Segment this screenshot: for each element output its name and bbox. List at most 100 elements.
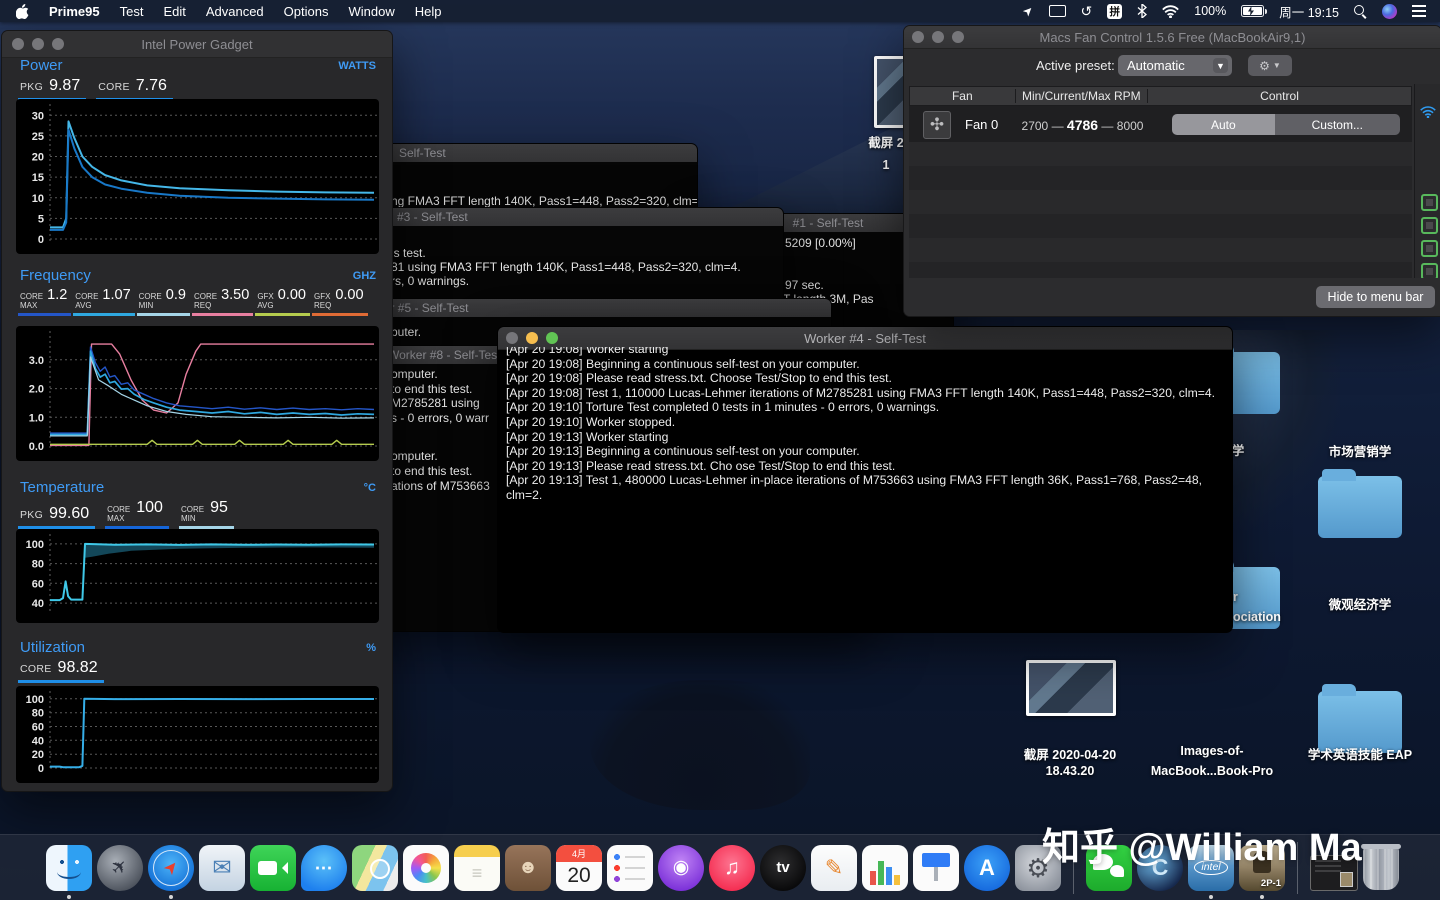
hide-to-menu-bar-button[interactable]: Hide to menu bar — [1316, 286, 1435, 308]
desktop-icon-screenshot-2020[interactable] — [1026, 660, 1116, 716]
desktop-folder-label[interactable]: 微观经济学 — [1290, 594, 1430, 613]
desktop-folder-label[interactable]: MacBook...Book-Pro — [1122, 764, 1302, 778]
window-intel-power-gadget[interactable]: Intel Power Gadget PowerWATTSPKG9.87CORE… — [1, 30, 393, 792]
custom-button[interactable]: Custom... — [1275, 114, 1400, 135]
dock-contacts-icon[interactable]: ☻ — [505, 845, 551, 891]
bluetooth-icon[interactable] — [1137, 4, 1147, 18]
log-fragment: to end this test. — [391, 382, 472, 396]
desktop-icon-label[interactable]: 截屏 2020-04-20 — [1000, 744, 1140, 763]
desktop-folder-marketing[interactable] — [1318, 476, 1402, 538]
auto-button[interactable]: Auto — [1172, 114, 1275, 135]
dock-appletv-icon[interactable]: tv — [760, 845, 806, 891]
close-button[interactable] — [12, 38, 24, 50]
minimize-button[interactable] — [932, 31, 944, 43]
preset-dropdown[interactable]: Automatic ▼ — [1118, 55, 1232, 76]
dock-keynote-icon[interactable] — [913, 845, 959, 891]
menu-prime95[interactable]: Prime95 — [39, 4, 110, 19]
desktop-folder-label[interactable]: ociation — [1233, 610, 1281, 624]
dock-launchpad-icon[interactable]: ✈ — [97, 845, 143, 891]
menu-help[interactable]: Help — [405, 4, 452, 19]
display-icon[interactable] — [1049, 5, 1066, 17]
location-icon[interactable]: ➤ — [1020, 2, 1037, 19]
apple-menu[interactable] — [0, 4, 39, 19]
desktop-folder-label[interactable]: 学术英语技能 EAP — [1280, 744, 1440, 763]
search-icon[interactable] — [1354, 5, 1367, 18]
log-line: [Apr 20 19:13] Beginning a continuous se… — [506, 444, 1226, 459]
column-rpm[interactable]: Min/Current/Max RPM — [1016, 89, 1148, 103]
close-button[interactable] — [912, 31, 924, 43]
zoom-button[interactable] — [546, 332, 558, 344]
gear-button[interactable]: ⚙▼ — [1248, 55, 1292, 76]
dock-calendar-icon[interactable]: 4月20 — [556, 845, 602, 891]
close-button[interactable] — [506, 332, 518, 344]
dock-pages-icon[interactable]: ✎ — [811, 845, 857, 891]
input-source-icon[interactable]: 拼 — [1107, 4, 1122, 19]
dock-appstore-icon[interactable]: A — [964, 845, 1010, 891]
time-machine-icon[interactable]: ↺ — [1081, 3, 1093, 20]
desktop-folder-label[interactable]: 市场营销学 — [1290, 441, 1430, 460]
apple-icon — [16, 4, 29, 19]
mfc-titlebar[interactable]: Macs Fan Control 1.5.6 Free (MacBookAir9… — [904, 26, 1440, 49]
desktop-icon-label[interactable]: 18.43.20 — [1000, 764, 1140, 778]
svg-text:100: 100 — [26, 694, 44, 706]
dock-finder-icon[interactable] — [46, 845, 92, 891]
gadget-titlebar[interactable]: Intel Power Gadget — [2, 31, 392, 58]
minimize-button[interactable] — [526, 332, 538, 344]
zoom-button[interactable] — [952, 31, 964, 43]
zoom-button[interactable] — [52, 38, 64, 50]
menu-options[interactable]: Options — [274, 4, 339, 19]
log-fragment: rs, 0 warnings. — [391, 274, 469, 288]
window-macs-fan-control[interactable]: Macs Fan Control 1.5.6 Free (MacBookAir9… — [903, 25, 1440, 317]
notification-center-icon[interactable] — [1412, 5, 1426, 7]
battery-icon[interactable] — [1241, 5, 1264, 17]
menu-advanced[interactable]: Advanced — [196, 4, 274, 19]
desktop-folder-label[interactable]: Images-of- — [1142, 744, 1282, 758]
music-glyph: ♫ — [724, 857, 740, 878]
log-line: [Apr 20 19:08] Test 1, 110000 Lucas-Lehm… — [506, 386, 1226, 401]
fan-row[interactable]: ✣ Fan 0 2700 — 4786 — 8000 Auto Custom..… — [909, 106, 1412, 143]
dock-podcasts-icon[interactable]: ◉ — [658, 845, 704, 891]
dock-messages-icon[interactable]: ⋯ — [301, 845, 347, 891]
column-control[interactable]: Control — [1148, 89, 1411, 103]
appstore-glyph: A — [979, 857, 995, 879]
svg-text:80: 80 — [32, 559, 44, 571]
clock[interactable]: 周一 19:15 — [1279, 2, 1339, 21]
dock-notes-icon[interactable]: ≡ — [454, 845, 500, 891]
column-fan[interactable]: Fan — [910, 89, 1016, 103]
log-fragment: omputer. — [391, 449, 438, 463]
minimize-button[interactable] — [32, 38, 44, 50]
log-fragment: 97 sec. — [785, 278, 824, 292]
dock-maps-icon[interactable] — [352, 845, 398, 891]
window-worker4-self-test[interactable]: Worker #4 - Self-Test [Apr 20 19:08] Wor… — [497, 326, 1233, 633]
dock-numbers-icon[interactable] — [862, 845, 908, 891]
svg-text:100: 100 — [26, 539, 44, 551]
log-line: [Apr 20 19:13] Please read stress.txt. C… — [506, 459, 1226, 474]
wifi-icon[interactable] — [1162, 5, 1179, 18]
fan-icon: ✣ — [923, 111, 951, 139]
messages-glyph: ⋯ — [315, 859, 334, 877]
menu-edit[interactable]: Edit — [153, 4, 195, 19]
log-fragment: ations of M753663 — [391, 479, 490, 493]
dock-trash-icon[interactable] — [1363, 846, 1399, 890]
battery-percent[interactable]: 100% — [1194, 4, 1226, 18]
window-title: Macs Fan Control 1.5.6 Free (MacBookAir9… — [1040, 30, 1306, 45]
dock-mail-icon[interactable]: ✉ — [199, 845, 245, 891]
cpu-sensor-icon — [1421, 240, 1438, 257]
siri-icon[interactable] — [1382, 4, 1397, 19]
contacts-glyph: ☻ — [518, 858, 538, 877]
desktop-folder-label[interactable]: r — [1233, 590, 1238, 604]
menu-window[interactable]: Window — [338, 4, 404, 19]
dock-reminders-icon[interactable] — [607, 845, 653, 891]
dock-music-icon[interactable]: ♫ — [709, 845, 755, 891]
log-line: [Apr 20 19:13] Worker starting — [506, 430, 1226, 445]
log-fragment: 81 using FMA3 FFT length 140K, Pass1=448… — [391, 260, 741, 274]
dock-photos-icon[interactable] — [403, 845, 449, 891]
wifi-sensor-icon — [1420, 106, 1436, 118]
section-unit: GHZ — [353, 270, 376, 282]
svg-text:0.0: 0.0 — [29, 441, 44, 453]
dock-facetime-icon[interactable] — [250, 845, 296, 891]
dock-safari-icon[interactable]: ➤ — [148, 845, 194, 891]
log-fragment: ng FMA3 FFT length 140K, Pass1=448, Pass… — [391, 194, 698, 208]
menu-test[interactable]: Test — [110, 4, 154, 19]
log-fragment: puter. — [391, 325, 421, 339]
